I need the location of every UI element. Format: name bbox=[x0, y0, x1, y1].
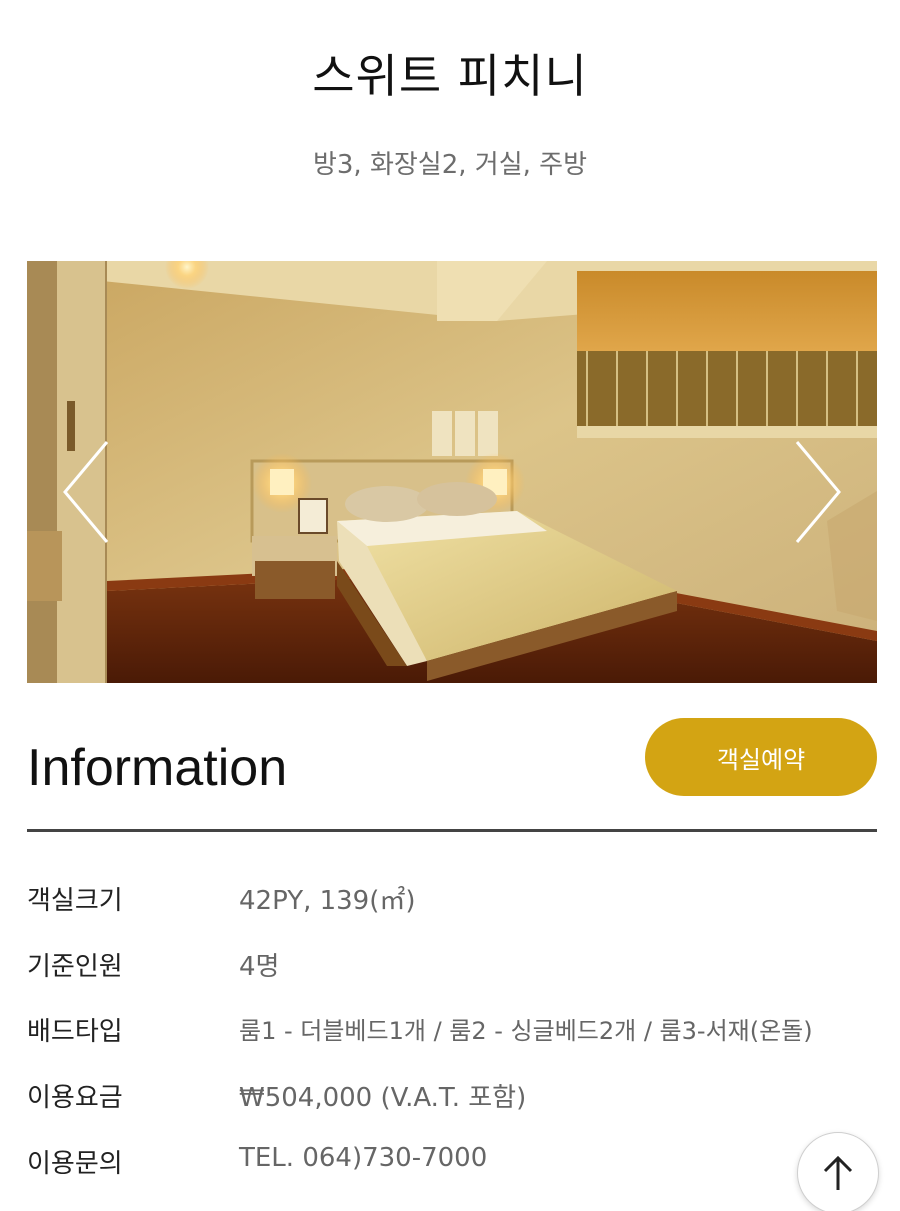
info-value: 4명 bbox=[239, 952, 280, 982]
divider bbox=[27, 829, 877, 832]
info-label: 이용문의 bbox=[27, 1149, 123, 1179]
scroll-to-top-button[interactable] bbox=[797, 1132, 879, 1211]
info-label: 객실크기 bbox=[27, 886, 123, 916]
info-value: ₩504,000 (V.A.T. 포함) bbox=[239, 1083, 527, 1113]
room-detail-page: 스위트 피치니 방3, 화장실2, 거실, 주방 Information 객실예… bbox=[0, 0, 900, 1211]
info-row-inquiry: 이용문의 TEL. 064)730-7000 bbox=[27, 1143, 887, 1183]
chevron-left-icon bbox=[63, 441, 109, 543]
slider-prev-button[interactable] bbox=[57, 437, 117, 547]
room-photo bbox=[27, 261, 877, 683]
info-row-price: 이용요금 ₩504,000 (V.A.T. 포함) bbox=[27, 1077, 887, 1117]
arrow-up-icon bbox=[823, 1155, 853, 1190]
room-photo-slider[interactable] bbox=[27, 261, 877, 683]
info-value: 룸1 - 더블베드1개 / 룸2 - 싱글베드2개 / 룸3-서재(온돌) bbox=[239, 1017, 813, 1045]
info-value[interactable]: TEL. 064)730-7000 bbox=[239, 1143, 487, 1173]
info-label: 이용요금 bbox=[27, 1083, 123, 1113]
info-row-bed-type: 배드타입 룸1 - 더블베드1개 / 룸2 - 싱글베드2개 / 룸3-서재(온… bbox=[27, 1011, 887, 1051]
info-label: 배드타입 bbox=[27, 1017, 123, 1047]
page-title: 스위트 피치니 bbox=[312, 49, 588, 103]
chevron-right-icon bbox=[795, 441, 841, 543]
room-subtitle: 방3, 화장실2, 거실, 주방 bbox=[312, 150, 588, 180]
info-label: 기준인원 bbox=[27, 952, 123, 982]
info-value: 42PY, 139(㎡) bbox=[239, 886, 416, 916]
info-row-capacity: 기준인원 4명 bbox=[27, 946, 887, 986]
reserve-room-button[interactable]: 객실예약 bbox=[645, 718, 877, 796]
information-heading: Information bbox=[27, 739, 288, 797]
slider-next-button[interactable] bbox=[787, 437, 847, 547]
info-row-room-size: 객실크기 42PY, 139(㎡) bbox=[27, 880, 887, 920]
